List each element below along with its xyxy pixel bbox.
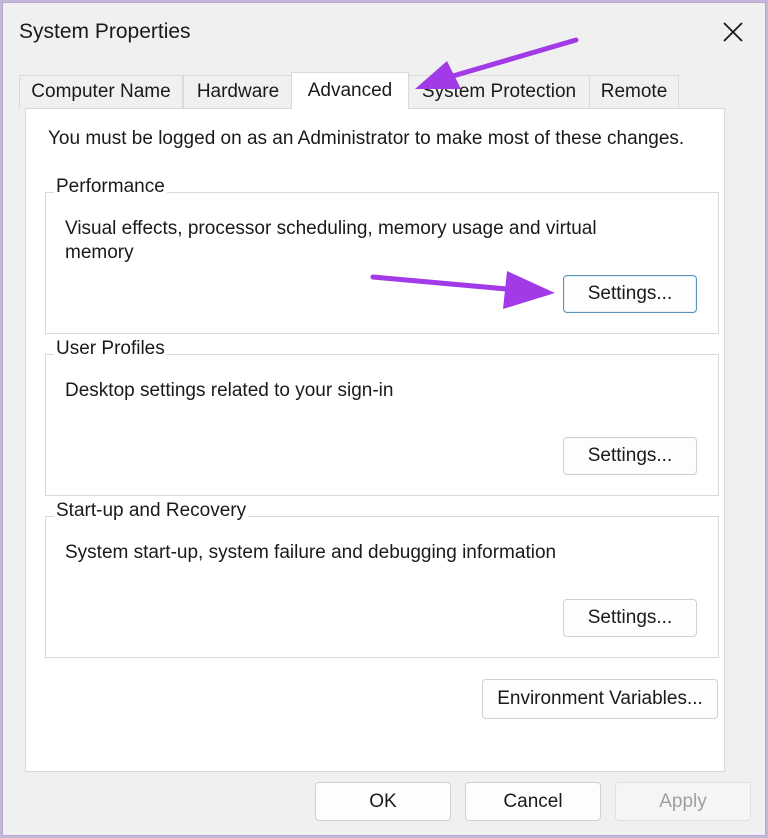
tab-bar: Computer Name Hardware Advanced System P… (19, 72, 759, 109)
tab-hardware[interactable]: Hardware (183, 75, 293, 108)
tab-advanced[interactable]: Advanced (291, 72, 409, 109)
performance-settings-button[interactable]: Settings... (563, 275, 697, 313)
close-icon (723, 22, 743, 42)
startup-recovery-settings-button[interactable]: Settings... (563, 599, 697, 637)
system-properties-window: System Properties Computer Name Hardware… (2, 2, 766, 836)
performance-description: Visual effects, processor scheduling, me… (65, 218, 597, 263)
ok-button[interactable]: OK (315, 782, 451, 821)
startup-recovery-group: Start-up and Recovery System start-up, s… (45, 500, 719, 658)
tab-computer-name[interactable]: Computer Name (19, 75, 183, 108)
user-profiles-description: Desktop settings related to your sign-in (65, 380, 394, 401)
user-profiles-settings-button[interactable]: Settings... (563, 437, 697, 475)
cancel-button[interactable]: Cancel (465, 782, 601, 821)
performance-group-label: Performance (54, 176, 167, 198)
tab-system-protection[interactable]: System Protection (407, 75, 591, 108)
advanced-tab-panel: You must be logged on as an Administrato… (25, 108, 725, 772)
user-profiles-group-label: User Profiles (54, 338, 167, 360)
startup-recovery-group-label: Start-up and Recovery (54, 500, 249, 522)
window-title: System Properties (19, 20, 191, 43)
tab-remote[interactable]: Remote (589, 75, 679, 108)
performance-group: Performance Visual effects, processor sc… (45, 176, 719, 334)
close-button[interactable] (713, 13, 753, 51)
admin-notice: You must be logged on as an Administrato… (48, 128, 685, 149)
user-profiles-group: User Profiles Desktop settings related t… (45, 338, 719, 496)
environment-variables-button[interactable]: Environment Variables... (482, 679, 718, 719)
startup-recovery-description: System start-up, system failure and debu… (65, 542, 557, 563)
apply-button[interactable]: Apply (615, 782, 751, 821)
